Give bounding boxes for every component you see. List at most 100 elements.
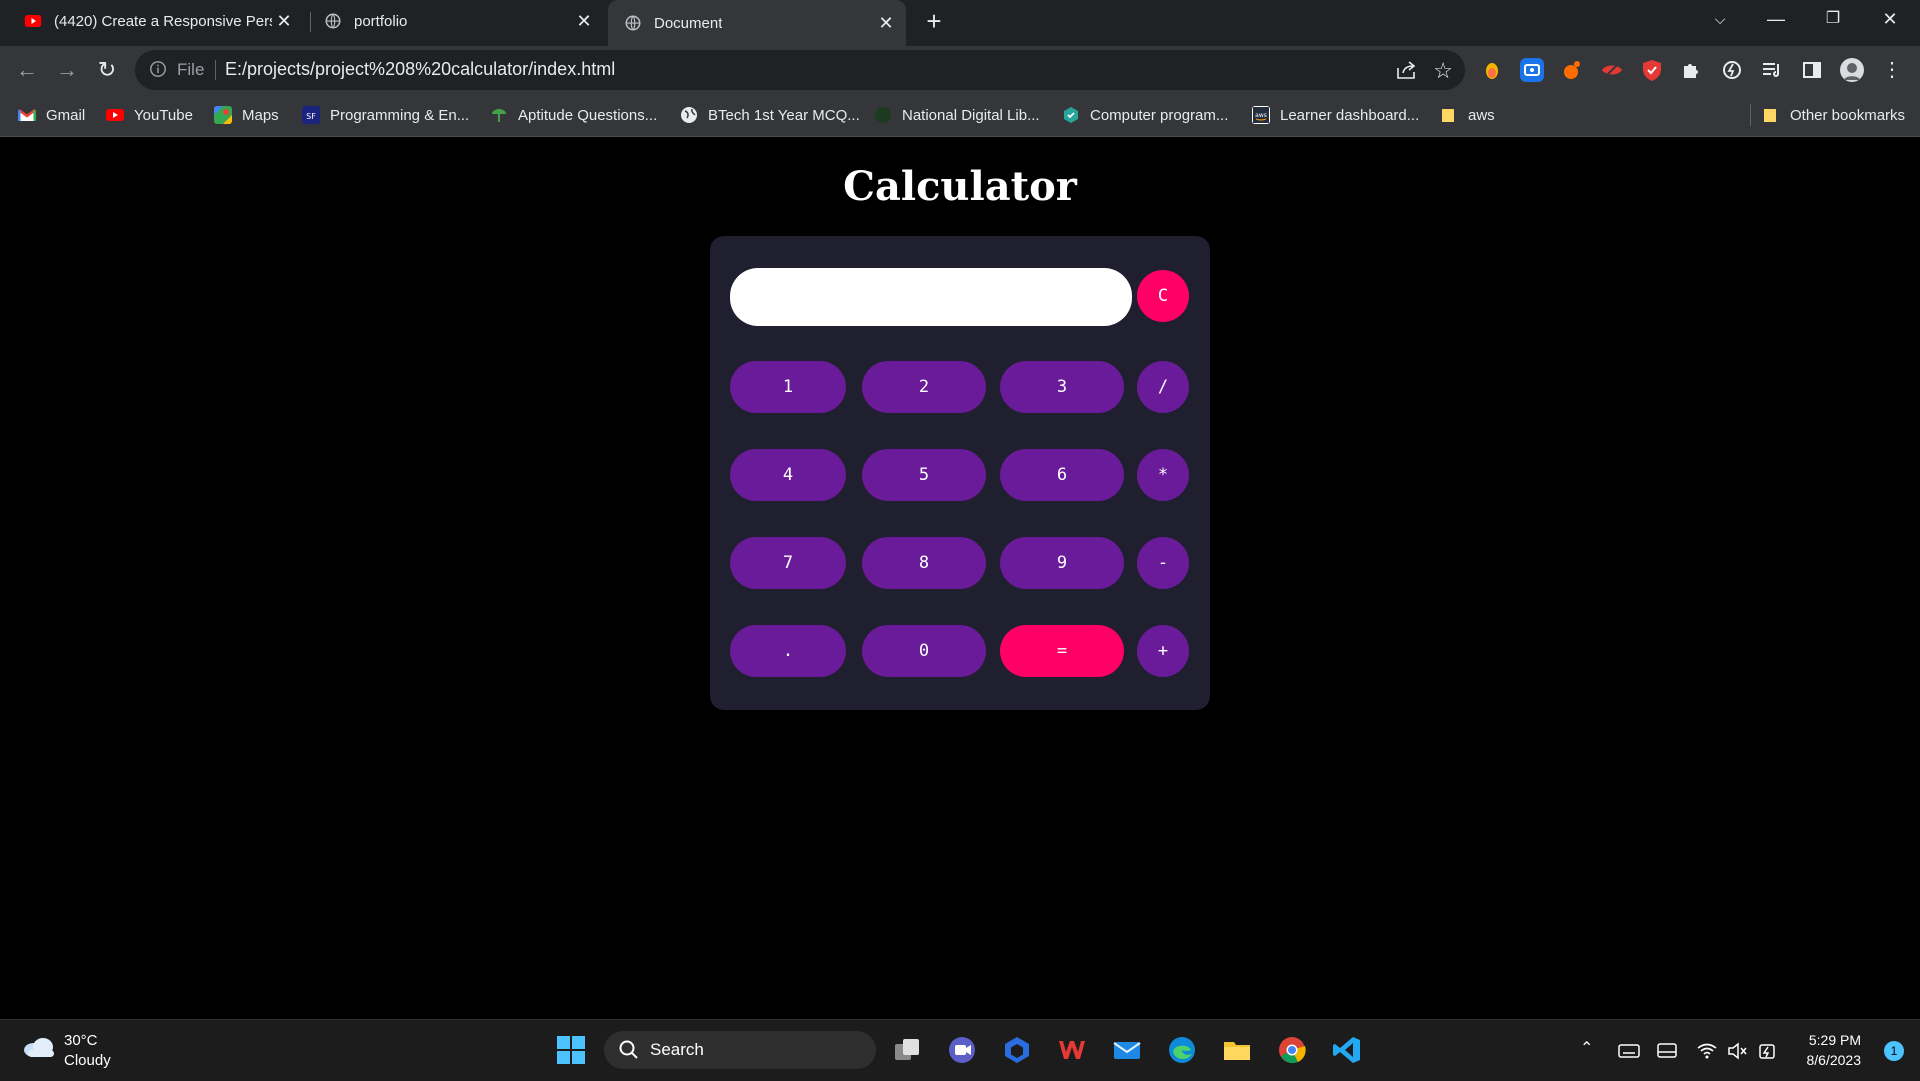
close-tab-icon[interactable]: ✕	[876, 13, 896, 33]
ndl-icon	[875, 107, 891, 123]
wifi-icon[interactable]	[1696, 1040, 1718, 1062]
weather-temp[interactable]: 30°C	[64, 1032, 98, 1049]
bookmark-label: Aptitude Questions...	[518, 106, 658, 124]
other-bookmarks[interactable]: Other bookmarks	[1762, 104, 1905, 126]
wps-office-icon[interactable]	[1057, 1035, 1087, 1065]
key-add[interactable]: +	[1137, 625, 1189, 677]
folder-icon	[1764, 109, 1776, 122]
key-5[interactable]: 5	[862, 449, 986, 501]
task-view-icon[interactable]	[892, 1035, 922, 1065]
tab-portfolio[interactable]: portfolio ✕	[312, 0, 604, 42]
svg-text:SF: SF	[306, 112, 316, 121]
vscode-icon[interactable]	[1332, 1035, 1362, 1065]
bookmark-label: BTech 1st Year MCQ...	[708, 106, 860, 124]
key-multiply[interactable]: *	[1137, 449, 1189, 501]
bookmark-label: Maps	[242, 106, 279, 124]
teams-chat-icon[interactable]	[947, 1035, 977, 1065]
close-tab-icon[interactable]: ✕	[574, 11, 594, 31]
bookmark-label: Learner dashboard...	[1280, 106, 1420, 124]
battery-charging-icon[interactable]	[1756, 1040, 1778, 1062]
shield-icon[interactable]	[1640, 58, 1664, 82]
page-content: Calculator C 1 2 3 / 4 5 6 * 7 8 9 - . 0…	[0, 137, 1920, 1019]
bookmarks-divider	[1750, 104, 1751, 126]
key-4[interactable]: 4	[730, 449, 846, 501]
extension-icon[interactable]	[1480, 58, 1504, 82]
bookmark-label: YouTube	[134, 106, 193, 124]
clear-button[interactable]: C	[1137, 270, 1189, 322]
bookmark-star-icon[interactable]: ☆	[1433, 58, 1453, 84]
bookmark-aptitude[interactable]: Aptitude Questions...	[490, 104, 657, 126]
file-explorer-icon[interactable]	[1222, 1035, 1252, 1065]
key-7[interactable]: 7	[730, 537, 846, 589]
browser-toolbar: ← → ↻ File E:/projects/project%208%20cal…	[0, 46, 1920, 94]
taskbar-search[interactable]: Search	[604, 1031, 876, 1069]
tab-title: portfolio	[354, 12, 408, 30]
key-2[interactable]: 2	[862, 361, 986, 413]
calculator-panel: C 1 2 3 / 4 5 6 * 7 8 9 - . 0 = +	[710, 236, 1210, 710]
notification-badge[interactable]: 1	[1884, 1041, 1904, 1061]
chrome-icon[interactable]	[1277, 1035, 1307, 1065]
bookmark-gmail[interactable]: Gmail	[18, 104, 85, 126]
address-bar[interactable]: File E:/projects/project%208%20calculato…	[135, 50, 1465, 90]
bookmark-btech[interactable]: BTech 1st Year MCQ...	[680, 104, 860, 126]
key-1[interactable]: 1	[730, 361, 846, 413]
bookmark-folder-aws[interactable]: aws	[1440, 104, 1495, 126]
eye-off-icon[interactable]	[1600, 58, 1624, 82]
new-tab-button[interactable]: +	[920, 8, 948, 36]
copilot-icon[interactable]	[1002, 1035, 1032, 1065]
maps-icon	[214, 106, 232, 124]
restore-button[interactable]: ❐	[1805, 0, 1861, 38]
bookmark-maps[interactable]: Maps	[214, 104, 279, 126]
key-3[interactable]: 3	[1000, 361, 1124, 413]
extension-orange-icon[interactable]	[1560, 58, 1584, 82]
sync-icon[interactable]	[1720, 58, 1744, 82]
key-8[interactable]: 8	[862, 537, 986, 589]
avatar[interactable]	[1840, 58, 1864, 82]
tab-search-icon[interactable]: ⌵	[1692, 0, 1748, 38]
taskbar: 30°C Cloudy Search ⌃ 5:29 PM 8/6/2023 1	[0, 1019, 1920, 1081]
keyboard-icon[interactable]	[1618, 1040, 1640, 1062]
edge-icon[interactable]	[1167, 1035, 1197, 1065]
back-icon[interactable]: ←	[13, 56, 41, 84]
kebab-menu-icon[interactable]: ⋮	[1878, 56, 1906, 84]
info-icon[interactable]	[149, 60, 167, 78]
calculator-display[interactable]	[730, 268, 1132, 326]
tab-document[interactable]: Document ✕	[608, 0, 906, 46]
clock-date[interactable]: 8/6/2023	[1807, 1052, 1862, 1068]
bookmark-ndl[interactable]: National Digital Lib...	[874, 104, 1040, 126]
cloud-icon[interactable]	[22, 1036, 56, 1058]
key-subtract[interactable]: -	[1137, 537, 1189, 589]
display-icon[interactable]	[1656, 1040, 1678, 1062]
screen-recorder-icon[interactable]	[1520, 58, 1544, 82]
key-6[interactable]: 6	[1000, 449, 1124, 501]
url-text[interactable]: E:/projects/project%208%20calculator/ind…	[225, 59, 615, 80]
minimize-button[interactable]: —	[1748, 0, 1804, 38]
key-9[interactable]: 9	[1000, 537, 1124, 589]
bookmark-computer-program[interactable]: Computer program...	[1062, 104, 1228, 126]
reading-list-icon[interactable]	[1760, 58, 1784, 82]
equals-button[interactable]: =	[1000, 625, 1124, 677]
weather-desc[interactable]: Cloudy	[64, 1052, 111, 1069]
windows-start-icon[interactable]	[556, 1035, 586, 1065]
bookmark-learner-dashboard[interactable]: aws Learner dashboard...	[1252, 104, 1419, 126]
puzzle-icon[interactable]	[1680, 58, 1704, 82]
tab-youtube[interactable]: (4420) Create a Responsive Perso ✕	[12, 0, 304, 42]
share-icon[interactable]	[1395, 59, 1417, 81]
chevron-up-icon[interactable]: ⌃	[1580, 1038, 1593, 1058]
youtube-icon	[24, 15, 42, 27]
key-0[interactable]: 0	[862, 625, 986, 677]
volume-muted-icon[interactable]	[1726, 1040, 1748, 1062]
mail-icon[interactable]	[1112, 1035, 1142, 1065]
close-window-button[interactable]: ✕	[1862, 0, 1918, 38]
key-divide[interactable]: /	[1137, 361, 1189, 413]
youtube-icon	[106, 109, 124, 121]
side-panel-icon[interactable]	[1800, 58, 1824, 82]
close-tab-icon[interactable]: ✕	[274, 11, 294, 31]
key-decimal[interactable]: .	[730, 625, 846, 677]
scheme-label: File	[177, 60, 205, 79]
bookmark-youtube[interactable]: YouTube	[106, 104, 193, 126]
forward-icon[interactable]: →	[53, 56, 81, 84]
bookmark-programming[interactable]: SF Programming & En...	[302, 104, 469, 126]
reload-icon[interactable]: ↻	[93, 56, 121, 84]
clock-time[interactable]: 5:29 PM	[1809, 1032, 1861, 1048]
